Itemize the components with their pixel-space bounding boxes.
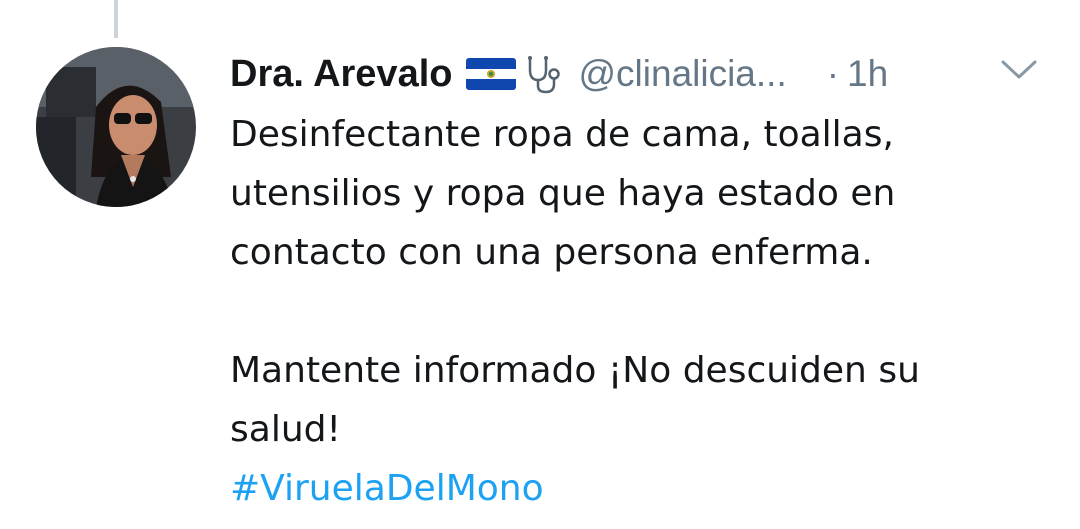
chevron-down-icon[interactable] [1000, 58, 1038, 82]
tweet-text-line: utensilios y ropa que haya estado en [230, 173, 896, 214]
author-handle[interactable]: @clinalicia... [578, 53, 786, 95]
hashtag-link[interactable]: #ViruelaDelMono [230, 459, 1050, 518]
author-name[interactable]: Dra. Arevalo [230, 53, 452, 96]
avatar-photo [36, 47, 196, 207]
tweet-text: Desinfectante ropa de cama, toallas, ute… [230, 105, 1050, 518]
tweet-timestamp[interactable]: 1h [847, 53, 888, 95]
header-separator: · [826, 53, 840, 94]
paragraph-break [230, 282, 1050, 341]
tweet-text-line: salud! [230, 409, 341, 450]
stethoscope-icon [520, 52, 564, 96]
thread-connector-line [114, 0, 118, 38]
tweet-text-line: Mantente informado ¡No descuiden su [230, 350, 920, 391]
avatar[interactable] [36, 47, 196, 207]
el-salvador-flag-icon [466, 58, 517, 90]
tweet-text-line: Desinfectante ropa de cama, toallas, [230, 114, 894, 155]
tweet-header: Dra. Arevalo @clinalicia... · 1h [230, 50, 1050, 98]
tweet-text-line: contacto con una persona enferma. [230, 232, 873, 273]
